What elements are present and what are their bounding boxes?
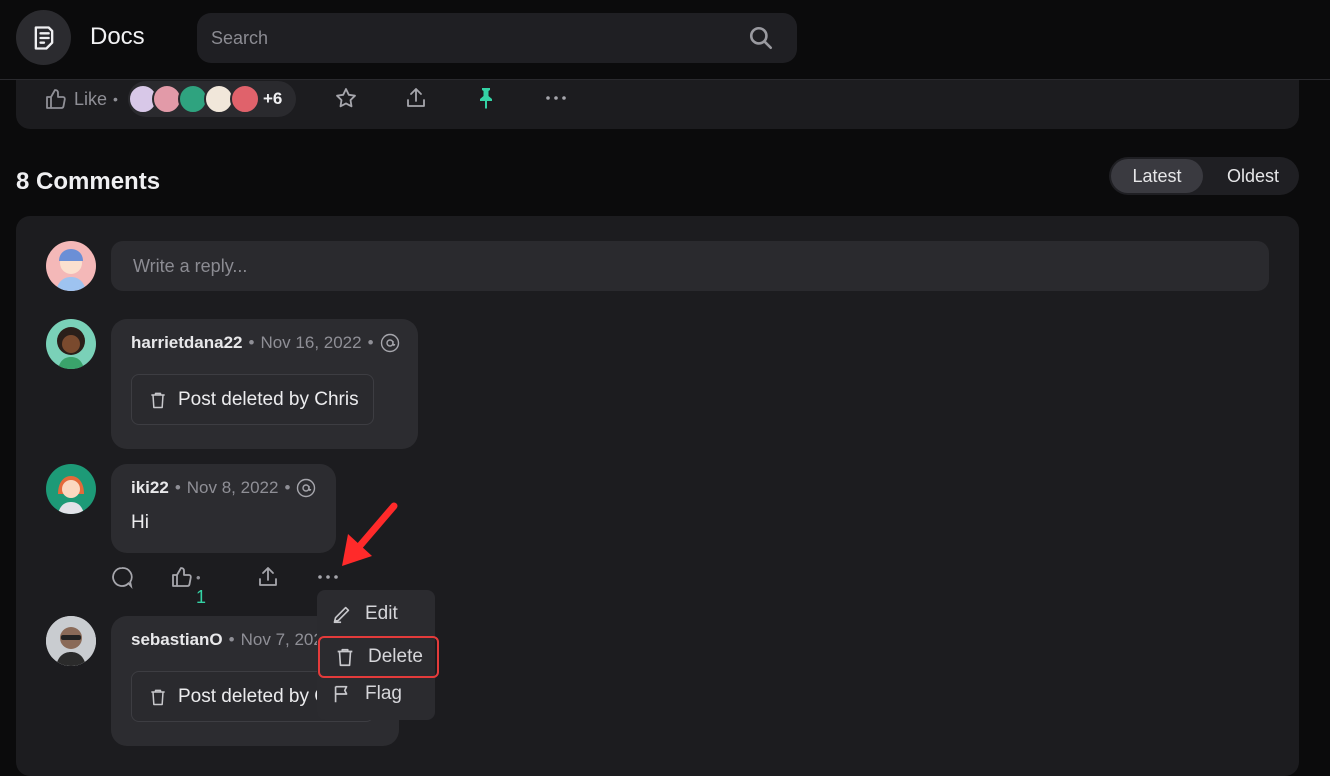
separator-dot: • bbox=[248, 333, 255, 352]
comment-bubble: harrietdana22 • Nov 16, 2022 • Post dele… bbox=[111, 319, 418, 449]
app-title: Docs bbox=[90, 23, 145, 50]
share-icon[interactable] bbox=[404, 86, 428, 110]
mention-icon bbox=[297, 478, 316, 498]
pencil-icon bbox=[333, 606, 350, 624]
comment-bubble: iki22 • Nov 8, 2022 • Hi bbox=[111, 464, 336, 553]
flag-icon bbox=[334, 685, 348, 703]
separator-dot: • bbox=[174, 478, 181, 497]
docs-logo[interactable] bbox=[16, 10, 71, 65]
search-input[interactable] bbox=[211, 13, 731, 63]
share-icon[interactable] bbox=[256, 565, 280, 589]
search-icon[interactable] bbox=[748, 25, 774, 51]
sort-oldest-button[interactable]: Oldest bbox=[1209, 157, 1297, 195]
likers-more-count: +6 bbox=[263, 89, 283, 108]
comment-meta: sebastianO • Nov 7, 2022 bbox=[131, 630, 332, 650]
reply-input[interactable] bbox=[111, 241, 1269, 291]
document-icon bbox=[34, 25, 53, 50]
star-icon[interactable] bbox=[334, 86, 358, 110]
menu-item-label: Flag bbox=[365, 683, 402, 704]
pin-icon[interactable] bbox=[474, 86, 498, 110]
comment-date: Nov 16, 2022 bbox=[260, 333, 362, 352]
comment-meta: iki22 • Nov 8, 2022 • bbox=[131, 478, 316, 498]
comment-meta: harrietdana22 • Nov 16, 2022 • bbox=[131, 333, 400, 353]
deleted-post-text: Post deleted by Chris bbox=[178, 388, 359, 410]
menu-item-delete[interactable]: Delete bbox=[318, 636, 439, 678]
sort-toggle: Latest Oldest bbox=[1109, 157, 1299, 195]
like-count: • 1 bbox=[196, 566, 206, 608]
annotation-arrow-icon bbox=[342, 502, 398, 566]
top-bar: Docs bbox=[0, 0, 1330, 80]
separator-dot: • bbox=[113, 91, 118, 107]
thumbs-up-icon bbox=[46, 89, 66, 109]
menu-item-label: Delete bbox=[368, 646, 423, 667]
comment-author[interactable]: iki22 bbox=[131, 478, 169, 498]
deleted-post-notice: Post deleted by Chris bbox=[131, 374, 374, 425]
separator-dot: • bbox=[196, 570, 201, 585]
trash-icon bbox=[337, 648, 353, 667]
comment-context-menu: Edit Delete Flag bbox=[317, 590, 439, 720]
sort-latest-button[interactable]: Latest bbox=[1111, 159, 1203, 193]
comment-avatar bbox=[46, 616, 96, 666]
search-bar[interactable] bbox=[197, 13, 797, 63]
separator-dot: • bbox=[367, 333, 374, 352]
comment-date: Nov 8, 2022 bbox=[186, 478, 279, 497]
like-button[interactable]: Like • bbox=[44, 87, 118, 111]
thumbs-up-icon[interactable] bbox=[170, 565, 194, 589]
trash-icon bbox=[151, 392, 165, 408]
more-icon[interactable] bbox=[544, 86, 568, 110]
comment-author[interactable]: harrietdana22 bbox=[131, 333, 243, 353]
reply-icon[interactable] bbox=[110, 565, 134, 589]
liker-avatar bbox=[230, 84, 260, 114]
separator-dot: • bbox=[284, 478, 291, 497]
like-count-value: 1 bbox=[196, 587, 207, 607]
comment-avatar bbox=[46, 319, 96, 369]
mention-icon bbox=[380, 333, 399, 353]
comment-avatar bbox=[46, 464, 96, 514]
like-label: Like bbox=[74, 88, 108, 109]
menu-item-flag[interactable]: Flag bbox=[317, 674, 435, 714]
comment-author[interactable]: sebastianO bbox=[131, 630, 223, 650]
current-user-avatar bbox=[46, 241, 96, 291]
separator-dot: • bbox=[228, 630, 235, 649]
trash-icon bbox=[151, 689, 165, 705]
comments-count: 8 Comments bbox=[16, 168, 161, 195]
menu-item-label: Edit bbox=[365, 603, 398, 624]
menu-item-edit[interactable]: Edit bbox=[317, 594, 435, 634]
comment-text: Hi bbox=[131, 512, 149, 533]
